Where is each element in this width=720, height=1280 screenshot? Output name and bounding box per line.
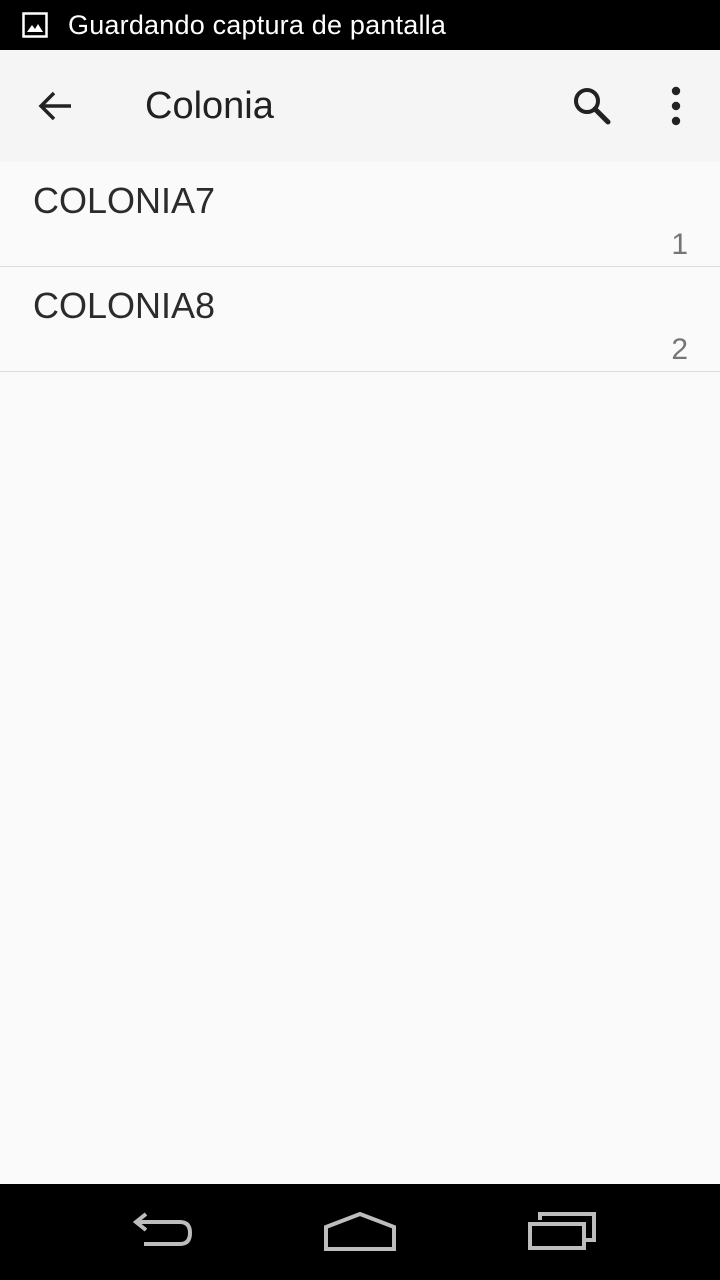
search-icon [574, 88, 611, 125]
list-item-count: 1 [671, 228, 688, 261]
search-button[interactable] [556, 70, 628, 142]
nav-home-icon [324, 1211, 396, 1251]
list-item[interactable]: COLONIA7 1 [0, 162, 720, 267]
page-title: Colonia [145, 85, 274, 127]
status-notification-text: Guardando captura de pantalla [68, 9, 447, 40]
list-item-count: 2 [671, 333, 688, 366]
navigation-bar [0, 1184, 720, 1280]
nav-recents-button[interactable] [514, 1198, 610, 1266]
nav-back-icon [132, 1212, 193, 1246]
nav-home-button[interactable] [312, 1198, 408, 1266]
nav-recents-icon [528, 1212, 596, 1250]
back-button[interactable] [20, 70, 92, 142]
more-vert-icon [671, 86, 681, 126]
nav-back-button[interactable] [112, 1198, 208, 1266]
arrow-back-icon [38, 91, 71, 121]
overflow-menu-button[interactable] [640, 70, 712, 142]
list-item-title: COLONIA8 [33, 285, 216, 326]
image-icon [22, 12, 48, 38]
list-item[interactable]: COLONIA8 2 [0, 267, 720, 372]
colonia-list: COLONIA7 1 COLONIA8 2 [0, 162, 720, 372]
app-bar: Colonia [0, 50, 720, 162]
status-bar: Guardando captura de pantalla [0, 0, 720, 50]
list-item-title: COLONIA7 [33, 180, 216, 221]
